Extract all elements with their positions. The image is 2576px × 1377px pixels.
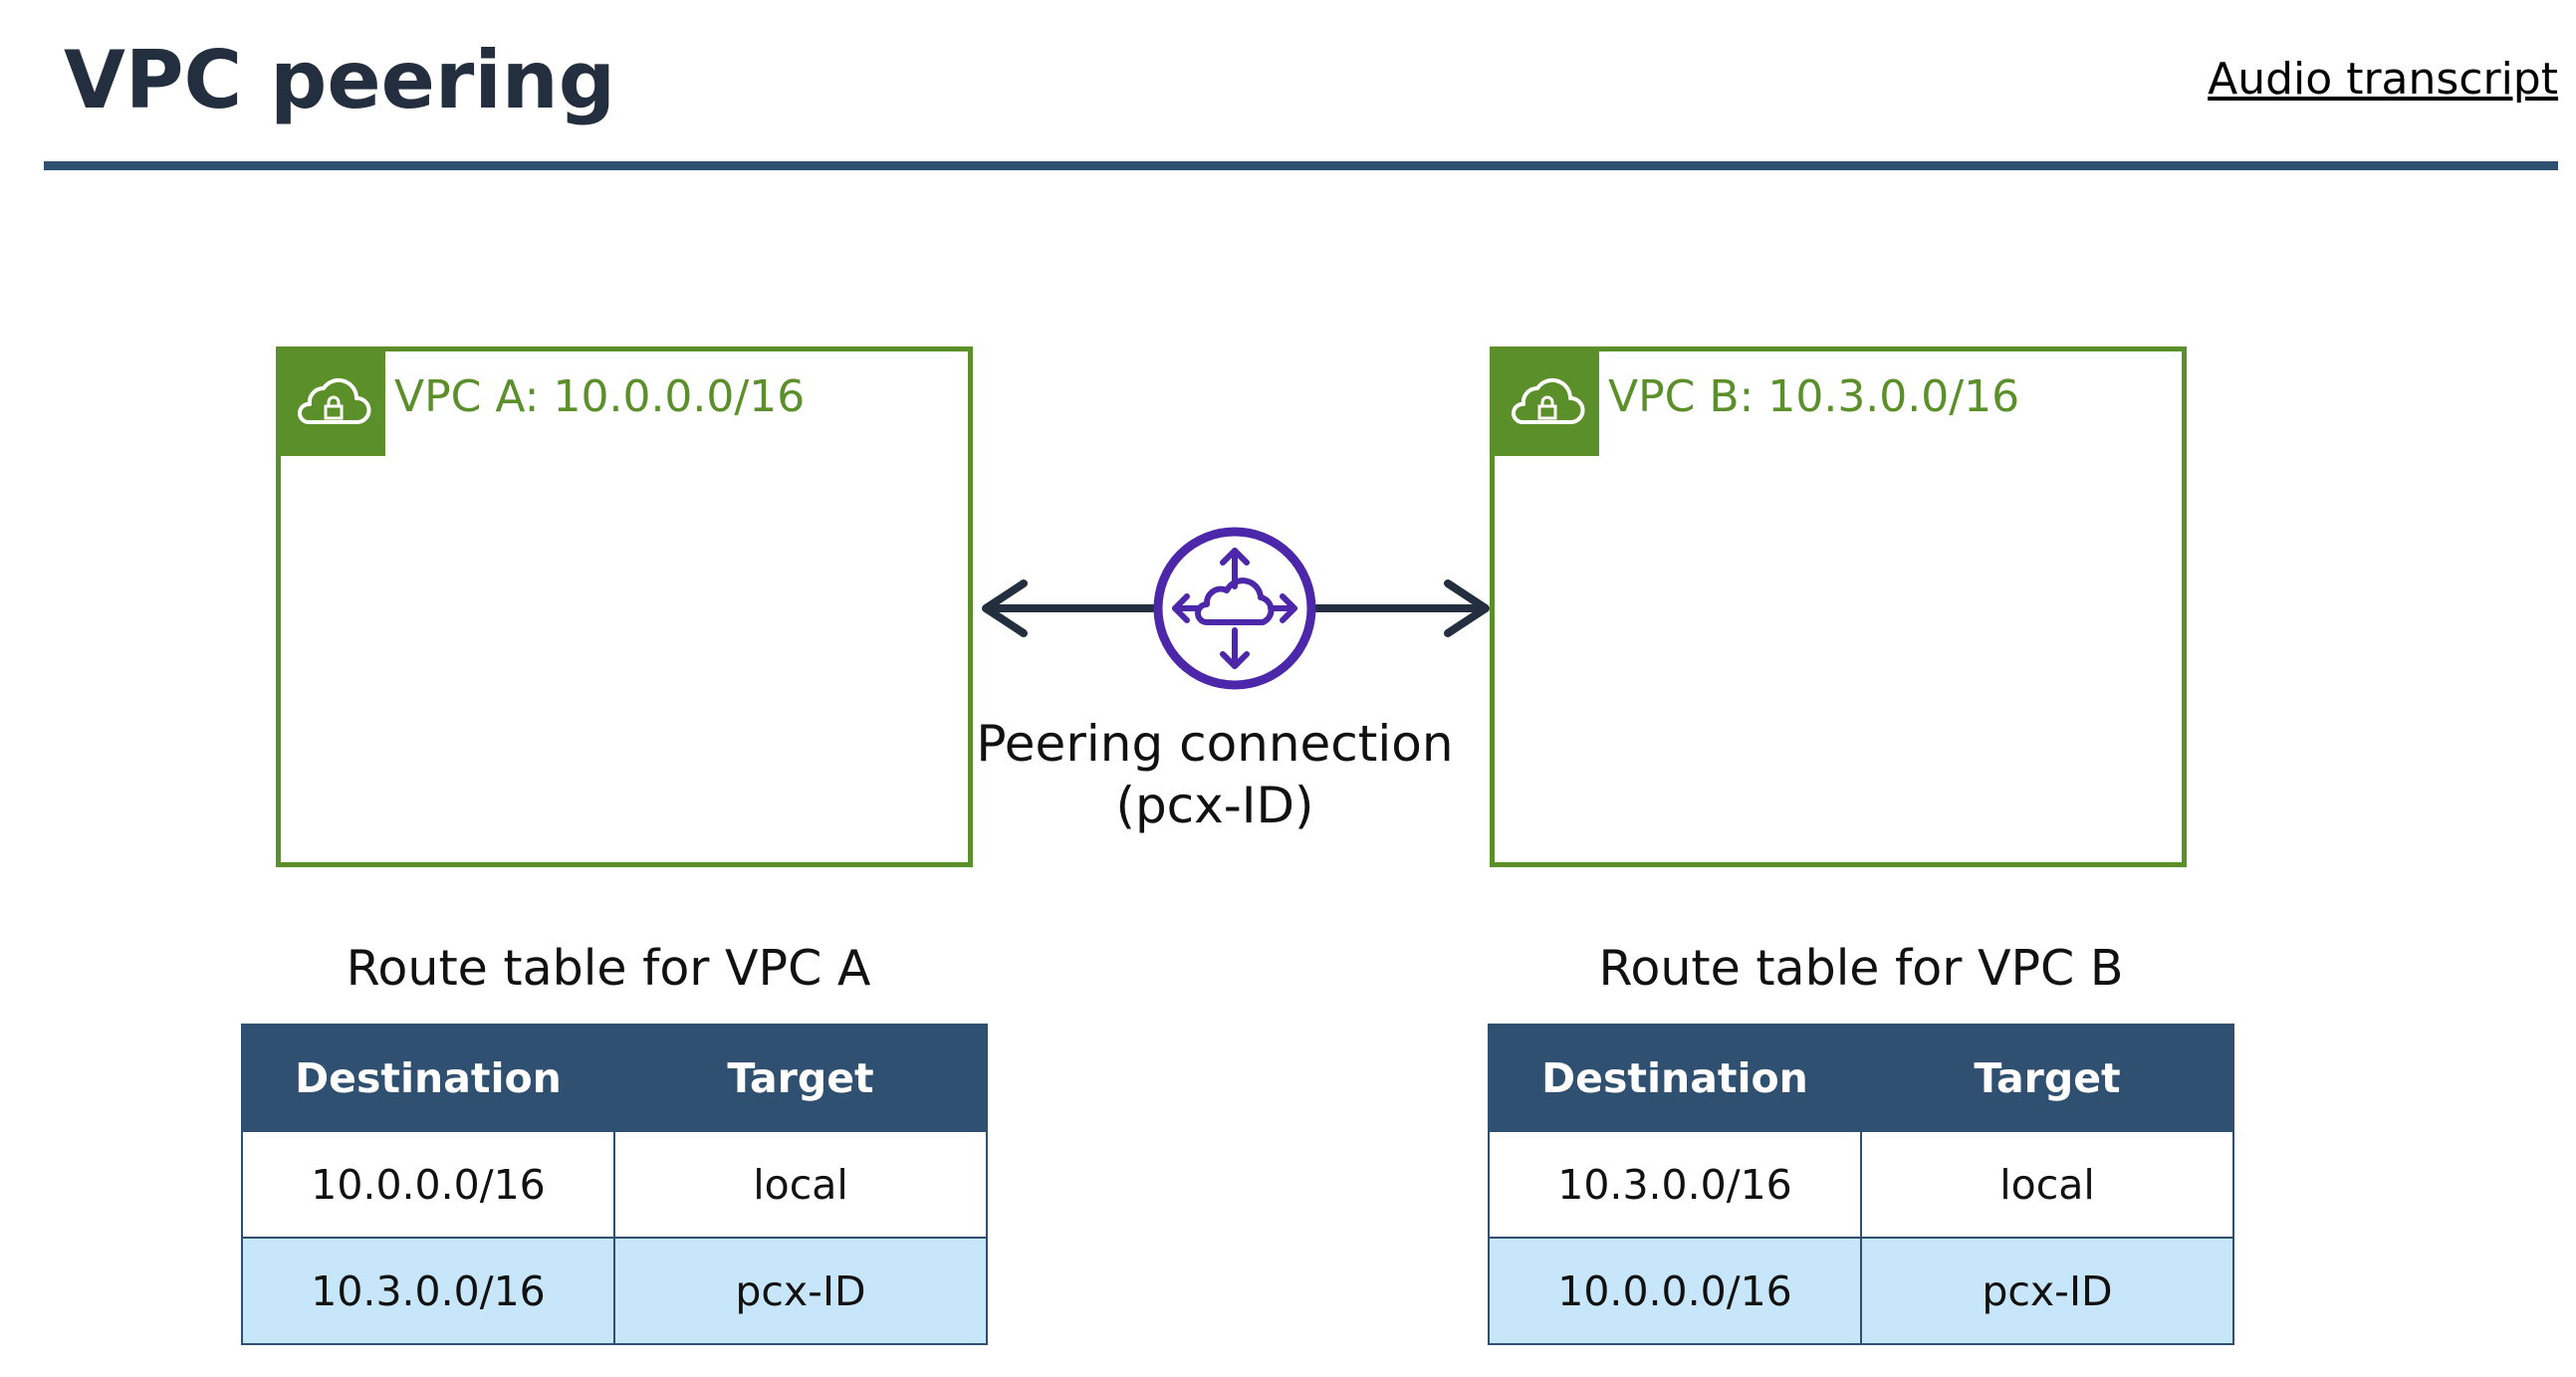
target-cell: local (1860, 1130, 2234, 1239)
column-header-target: Target (613, 1024, 988, 1132)
left-arrow (982, 579, 1157, 637)
right-arrow (1314, 579, 1490, 637)
destination-cell: 10.3.0.0/16 (241, 1237, 615, 1345)
column-header-target: Target (1860, 1024, 2234, 1132)
vpc-a-label: VPC A: 10.0.0.0/16 (394, 371, 806, 422)
cloud-lock-icon (281, 351, 385, 456)
target-cell: pcx-ID (1860, 1237, 2234, 1345)
table-header-row: Destination Target (1488, 1024, 2234, 1132)
column-header-destination: Destination (1488, 1024, 1862, 1132)
target-cell: local (613, 1130, 988, 1239)
vpc-a-box: VPC A: 10.0.0.0/16 (276, 346, 973, 867)
destination-cell: 10.0.0.0/16 (241, 1130, 615, 1239)
route-table-b-title: Route table for VPC B (1598, 940, 2124, 997)
table-row: 10.0.0.0/16 local (241, 1130, 988, 1239)
table-row: 10.0.0.0/16 pcx-ID (1488, 1237, 2234, 1345)
table-header-row: Destination Target (241, 1024, 988, 1132)
cloud-lock-icon (1495, 351, 1599, 456)
table-row: 10.3.0.0/16 local (1488, 1130, 2234, 1239)
vpc-b-label: VPC B: 10.3.0.0/16 (1608, 371, 2020, 422)
table-row: 10.3.0.0/16 pcx-ID (241, 1237, 988, 1345)
peering-label-line1: Peering connection (976, 715, 1454, 773)
route-table-b: Destination Target 10.3.0.0/16 local 10.… (1488, 1024, 2234, 1345)
peering-label-line2: (pcx-ID) (1115, 777, 1314, 834)
vpc-b-box: VPC B: 10.3.0.0/16 (1490, 346, 2187, 867)
destination-cell: 10.0.0.0/16 (1488, 1237, 1862, 1345)
peering-connection-label: Peering connection (pcx-ID) (936, 713, 1494, 836)
destination-cell: 10.3.0.0/16 (1488, 1130, 1862, 1239)
target-cell: pcx-ID (613, 1237, 988, 1345)
route-table-a-title: Route table for VPC A (346, 940, 871, 997)
column-header-destination: Destination (241, 1024, 615, 1132)
peering-connection-icon (1153, 527, 1316, 690)
route-table-a: Destination Target 10.0.0.0/16 local 10.… (241, 1024, 988, 1345)
